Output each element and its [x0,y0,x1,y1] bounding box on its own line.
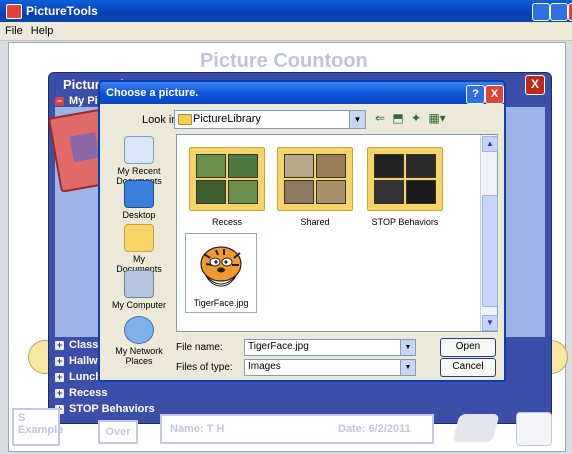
folder-recess[interactable]: Recess [185,147,269,227]
file-list-scrollbar[interactable]: ▲ ▼ [480,135,498,331]
menu-file[interactable]: File [5,25,23,37]
tiger-face-icon [200,246,242,287]
minimize-button[interactable] [532,3,550,21]
name-date-box: Name: T H Date: 6/2/2011 [160,414,434,444]
dialog-titlebar: Choose a picture. ? X [98,80,506,104]
folder-icon [178,114,192,125]
look-in-dropdown[interactable]: PictureLibrary ▼ [174,110,366,129]
start-over-button[interactable]: Over [98,420,138,444]
my-documents-icon [124,224,154,252]
place-my-documents[interactable]: My Documents [110,224,168,274]
folder-thumbnail-icon [277,147,353,211]
file-type-select[interactable]: Images ▼ [244,359,416,376]
desktop-icon [124,180,154,208]
folder-thumbnail-icon [367,147,443,211]
choose-picture-dialog: Choose a picture. ? X Look in: PictureLi… [98,80,506,382]
maximize-button[interactable] [550,3,568,21]
chooser-close-button[interactable]: X [525,75,545,95]
save-icon[interactable] [516,412,552,446]
folder-stop-behaviors[interactable]: STOP Behaviors [363,147,447,227]
category-stop-behaviors[interactable]: +STOP Behaviors [55,403,155,418]
new-folder-icon[interactable]: ✦ [408,110,424,126]
chevron-down-icon: ▼ [349,111,365,128]
cancel-button[interactable]: Cancel [440,358,496,377]
folder-thumbnail-icon [189,147,265,211]
close-app-button[interactable] [568,3,572,21]
name-text: Name: T H [170,423,225,435]
place-desktop[interactable]: Desktop [110,180,168,220]
menu-help[interactable]: Help [31,25,54,37]
file-name-label: File name: [176,342,223,353]
recent-documents-icon [124,136,154,164]
folder-shared[interactable]: Shared [273,147,357,227]
place-recent-documents[interactable]: My Recent Documents [110,136,168,186]
place-my-network[interactable]: My Network Places [110,316,168,366]
example-button[interactable]: S Example [12,408,63,446]
place-my-computer[interactable]: My Computer [110,270,168,310]
chevron-down-icon[interactable]: ▼ [400,360,415,375]
app-title: PictureTools [26,4,98,18]
open-button[interactable]: Open [440,338,496,357]
help-button[interactable]: ? [466,85,485,104]
scroll-down-icon[interactable]: ▼ [482,315,498,331]
dialog-title: Choose a picture. [106,87,199,99]
app-titlebar: PictureTools [0,0,572,22]
my-computer-icon [124,270,154,298]
scroll-up-icon[interactable]: ▲ [482,136,498,152]
file-type-label: Files of type: [176,362,233,373]
countoon-title: Picture Countoon [200,50,368,72]
view-menu-icon[interactable]: ▦▾ [426,110,448,126]
date-text: Date: 6/2/2011 [338,423,411,435]
file-name-input[interactable]: TigerFace.jpg ▼ [244,339,416,356]
file-tigerface[interactable]: TigerFace.jpg [185,233,257,313]
network-places-icon [124,316,154,344]
back-icon[interactable]: ⇐ [372,110,388,126]
scroll-thumb[interactable] [482,195,498,307]
category-recess[interactable]: + Recess [55,387,108,402]
up-folder-icon[interactable]: ⬒ [390,110,406,126]
dialog-close-button[interactable]: X [485,85,504,104]
file-list: Recess Shared STOP Behaviors TigerFace.j… [176,134,498,332]
menubar: File Help [0,22,572,41]
app-icon [6,4,22,19]
printer-icon[interactable] [452,414,500,442]
chevron-down-icon[interactable]: ▼ [400,340,415,355]
